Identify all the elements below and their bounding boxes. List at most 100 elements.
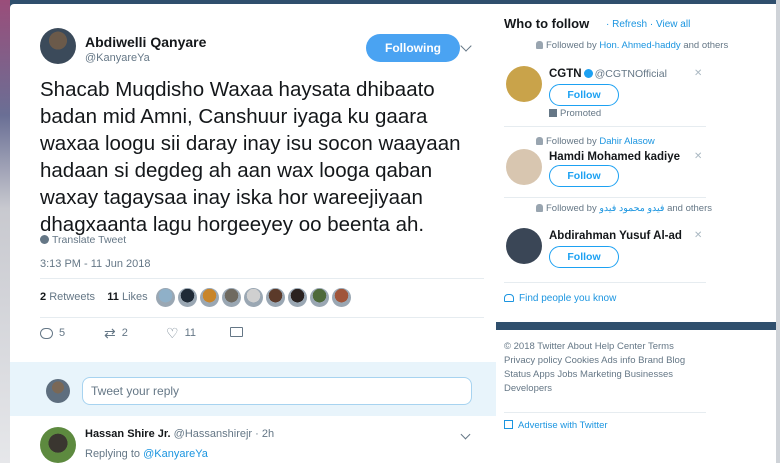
translate-label[interactable]: Translate Tweet	[52, 234, 126, 246]
liker-avatar[interactable]	[222, 288, 241, 307]
liker-avatar[interactable]	[288, 288, 307, 307]
direct-message-action[interactable]	[230, 327, 243, 337]
find-people-label[interactable]: Find people you know	[519, 293, 616, 304]
promoted-label: Promoted	[549, 108, 601, 119]
followed-by-suffix: and others	[683, 40, 729, 51]
who-to-follow-sidebar: Who to follow · Refresh · View all Follo…	[496, 4, 776, 463]
liker-avatar[interactable]	[310, 288, 329, 307]
replying-to-handle[interactable]: @KanyareYa	[143, 448, 208, 460]
suggestion-avatar[interactable]	[506, 228, 542, 264]
divider	[40, 278, 484, 279]
likes-count[interactable]: 11	[107, 291, 119, 303]
tweet-stats: 2 Retweets 11 Likes	[40, 291, 148, 303]
close-icon[interactable]: ✕	[694, 230, 702, 241]
person-icon	[536, 204, 543, 212]
followed-by-label: Followed by	[546, 136, 597, 147]
author-avatar[interactable]	[40, 28, 76, 64]
tweet-text: Shacab Muqdisho Waxaa haysata dhibaato b…	[40, 78, 461, 236]
translate-tweet-link[interactable]: Translate Tweet	[40, 234, 126, 246]
reply-input[interactable]	[82, 377, 472, 405]
suggestion-handle[interactable]: @CGTNOfficial	[595, 68, 667, 80]
follow-button[interactable]: Follow	[549, 165, 619, 187]
suggestion-avatar[interactable]	[506, 149, 542, 185]
retweets-count[interactable]: 2	[40, 291, 46, 303]
reply-count: 5	[59, 327, 66, 339]
suggestion-name[interactable]: Abdirahman Yusuf Al-ad	[549, 230, 709, 242]
tweet-card: Abdiwelli Qanyare @KanyareYa Following S…	[10, 4, 504, 463]
reply-author-avatar[interactable]	[40, 427, 76, 463]
suggestion-name[interactable]: CGTN @CGTNOfficial	[549, 68, 709, 80]
divider	[504, 412, 706, 413]
reply-author-name[interactable]: Hassan Shire Jr.	[85, 428, 171, 440]
reply-action[interactable]: 5	[40, 327, 65, 339]
retweet-icon: ⇄	[104, 325, 116, 341]
followed-by-name[interactable]: Hon. Ahmed-haddy	[599, 40, 680, 51]
liker-avatar[interactable]	[244, 288, 263, 307]
reply-author-handle[interactable]: @Hassanshirejr	[174, 428, 252, 440]
promoted-icon	[549, 109, 557, 117]
person-icon	[536, 41, 543, 49]
divider	[40, 317, 484, 318]
promoted-text: Promoted	[560, 108, 602, 119]
likers-avatars	[156, 288, 351, 307]
suggestion-avatar[interactable]	[506, 66, 542, 102]
tweet-timestamp[interactable]: 3:13 PM - 11 Jun 2018	[40, 258, 150, 270]
advertise-link[interactable]: Advertise with Twitter	[504, 420, 608, 431]
likes-label[interactable]: Likes	[122, 291, 148, 303]
retweet-action[interactable]: ⇄ 2	[104, 325, 128, 341]
globe-icon	[40, 235, 49, 244]
advertise-icon	[504, 420, 513, 429]
current-user-avatar	[46, 379, 70, 403]
find-people-link[interactable]: Find people you know	[504, 293, 616, 304]
liker-avatar[interactable]	[266, 288, 285, 307]
sidebar-gap	[496, 322, 776, 330]
refresh-view-all-links[interactable]: · Refresh · View all	[606, 19, 690, 30]
verified-icon	[583, 69, 593, 78]
reply-time[interactable]: · 2h	[255, 428, 274, 440]
follow-button[interactable]: Follow	[549, 84, 619, 106]
retweets-label[interactable]: Retweets	[49, 291, 95, 303]
author-name[interactable]: Abdiwelli Qanyare	[85, 34, 206, 50]
divider	[504, 126, 706, 127]
heart-icon: ♡	[166, 325, 179, 341]
reply-icon	[40, 327, 53, 339]
close-icon[interactable]: ✕	[694, 68, 702, 79]
liker-avatar[interactable]	[332, 288, 351, 307]
followed-by-name[interactable]: Dahir Alasow	[599, 136, 654, 147]
suggestion-context: Followed by Dahir Alasow	[536, 136, 736, 148]
suggestion-name-text[interactable]: CGTN	[549, 68, 582, 80]
background-right	[776, 0, 780, 463]
reply-header: Hassan Shire Jr. @Hassanshirejr · 2h	[85, 428, 274, 440]
liker-avatar[interactable]	[156, 288, 175, 307]
background-left	[0, 0, 10, 463]
liker-avatar[interactable]	[178, 288, 197, 307]
close-icon[interactable]: ✕	[694, 151, 702, 162]
following-button[interactable]: Following	[366, 34, 460, 62]
people-icon	[504, 294, 514, 302]
suggestion-name[interactable]: Hamdi Mohamed kadiye	[549, 151, 709, 163]
suggestion-context: Followed by Hon. Ahmed-haddy and others	[536, 40, 736, 52]
followed-by-label: Followed by	[546, 203, 597, 214]
chevron-down-icon[interactable]	[460, 429, 471, 440]
followed-by-suffix: and others	[667, 203, 712, 214]
person-icon	[536, 137, 543, 145]
suggestion-name-text[interactable]: Abdirahman Yusuf Al-ad	[549, 230, 682, 242]
follow-button[interactable]: Follow	[549, 246, 619, 268]
suggestion-name-text[interactable]: Hamdi Mohamed kadiye	[549, 151, 680, 163]
followed-by-name[interactable]: فيدو محمود فيدو	[599, 203, 664, 214]
retweet-count: 2	[121, 327, 128, 339]
who-to-follow-title: Who to follow	[504, 16, 590, 31]
like-count: 11	[184, 327, 196, 339]
mail-icon	[230, 327, 243, 337]
chevron-down-icon[interactable]	[460, 40, 472, 52]
advertise-label[interactable]: Advertise with Twitter	[518, 420, 608, 431]
suggestion-context: Followed by فيدو محمود فيدو and others	[536, 203, 736, 215]
replying-prefix: Replying to	[85, 448, 141, 460]
author-handle[interactable]: @KanyareYa	[85, 52, 150, 64]
liker-avatar[interactable]	[200, 288, 219, 307]
divider	[504, 197, 706, 198]
footer-links[interactable]: © 2018 Twitter About Help Center Terms P…	[504, 340, 704, 396]
like-action[interactable]: ♡ 11	[166, 325, 196, 341]
divider	[504, 282, 706, 283]
followed-by-label: Followed by	[546, 40, 597, 51]
